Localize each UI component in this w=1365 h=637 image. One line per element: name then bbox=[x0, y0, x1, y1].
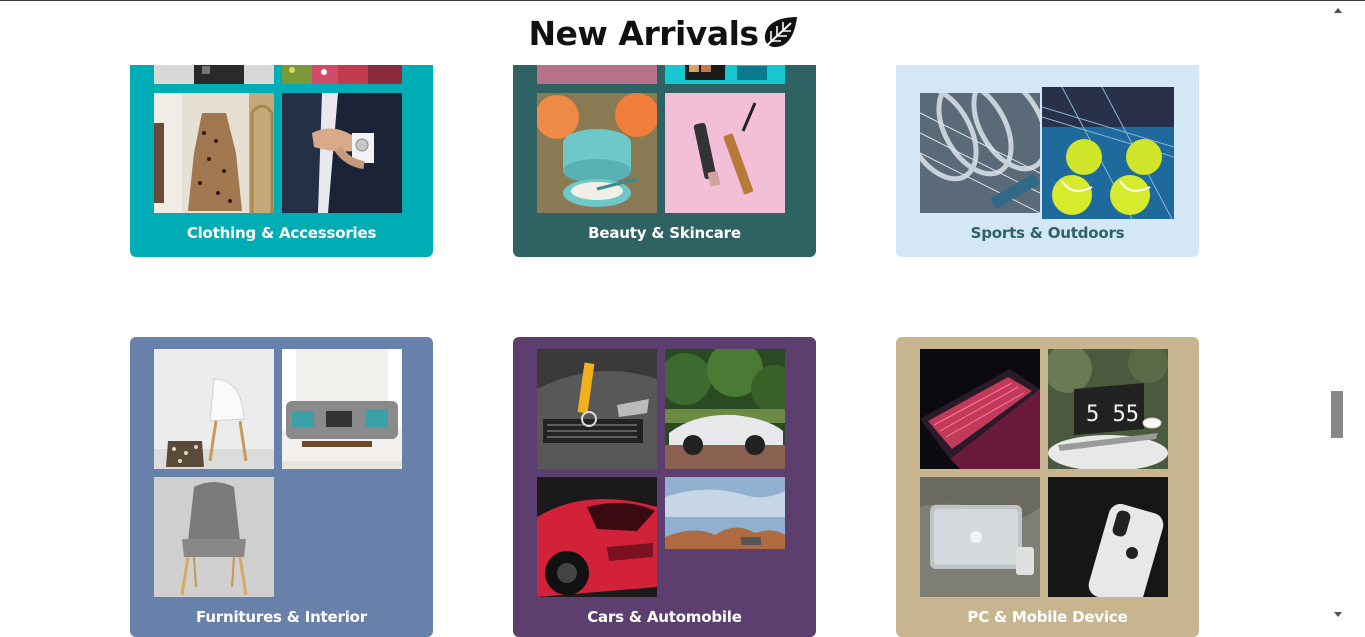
scrollbar-thumb[interactable] bbox=[1331, 391, 1343, 438]
product-image-red-sports-car[interactable] bbox=[537, 477, 657, 597]
product-image-tennis-rackets[interactable] bbox=[920, 93, 1040, 213]
product-image-suit-cufflinks[interactable] bbox=[282, 93, 402, 213]
page-header: New Arrivals bbox=[0, 1, 1327, 65]
category-card-pc-mobile[interactable]: 5 55 PC & Mobile Device bbox=[896, 337, 1199, 637]
category-label[interactable]: Beauty & Skincare bbox=[513, 224, 816, 242]
category-label[interactable]: Clothing & Accessories bbox=[130, 224, 433, 242]
product-image-tennis-balls[interactable] bbox=[1042, 87, 1174, 219]
category-label[interactable]: Furnitures & Interior bbox=[130, 608, 433, 626]
category-label[interactable]: PC & Mobile Device bbox=[896, 608, 1199, 626]
product-image-mercedes-amg[interactable] bbox=[537, 349, 657, 469]
category-label[interactable]: Cars & Automobile bbox=[513, 608, 816, 626]
scroll-up-arrow-icon[interactable] bbox=[1334, 8, 1342, 13]
category-card-cars[interactable]: Cars & Automobile bbox=[513, 337, 816, 637]
product-image-laptop-clock[interactable]: 5 55 bbox=[1048, 349, 1168, 469]
page-title-text: New Arrivals bbox=[528, 13, 759, 53]
category-card-furniture[interactable]: Furnitures & Interior bbox=[130, 337, 433, 637]
product-image-gray-sofa[interactable] bbox=[282, 349, 402, 469]
product-image-white-chair[interactable] bbox=[154, 349, 274, 469]
product-image-armchair[interactable] bbox=[154, 477, 274, 597]
product-image-iphone[interactable] bbox=[1048, 477, 1168, 597]
product-image-car-landscape[interactable] bbox=[665, 477, 785, 549]
page-title: New Arrivals bbox=[528, 14, 798, 53]
category-label[interactable]: Sports & Outdoors bbox=[896, 224, 1199, 242]
leaf-icon bbox=[761, 15, 799, 51]
product-image-cream-jar-oranges[interactable] bbox=[537, 93, 657, 213]
product-image-white-sports-car[interactable] bbox=[665, 349, 785, 469]
product-image-mascara-lipstick[interactable] bbox=[665, 93, 785, 213]
scroll-down-arrow-icon[interactable] bbox=[1334, 612, 1342, 617]
product-image-rgb-laptop[interactable] bbox=[920, 349, 1040, 469]
product-image-macbook-bed[interactable] bbox=[920, 477, 1040, 597]
product-image-dress-in-closet[interactable] bbox=[154, 93, 274, 213]
vertical-scrollbar[interactable] bbox=[1327, 1, 1365, 632]
clock-display-text: 5 55 bbox=[1086, 402, 1139, 427]
